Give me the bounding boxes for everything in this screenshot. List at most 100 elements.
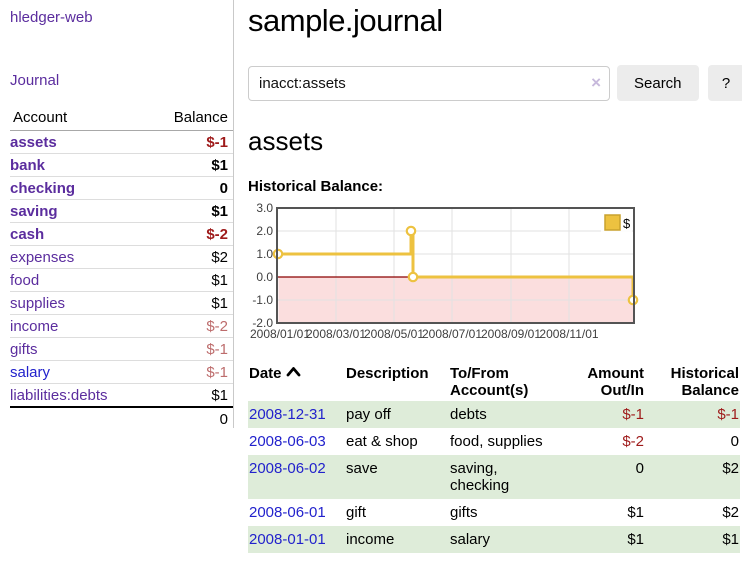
main-panel: sample.journal × Search ? assets Histori… bbox=[234, 0, 742, 582]
sidebar-account-expenses[interactable]: expenses bbox=[10, 249, 74, 266]
accounts-total: 0 bbox=[146, 407, 233, 430]
sidebar-account-food[interactable]: food bbox=[10, 272, 39, 289]
transaction-amount: $1 bbox=[559, 526, 645, 553]
account-row: bank $1 bbox=[10, 154, 233, 177]
search-input[interactable] bbox=[248, 66, 610, 101]
account-row: cash $-2 bbox=[10, 223, 233, 246]
account-row: expenses $2 bbox=[10, 246, 233, 269]
sidebar-account-supplies[interactable]: supplies bbox=[10, 295, 65, 312]
sidebar-item-journal[interactable]: Journal bbox=[10, 72, 233, 89]
account-column-header: To/From Account(s) bbox=[449, 361, 559, 401]
register-header-row: Date Description To/From Account(s) Amou… bbox=[248, 361, 740, 401]
transaction-balance: $1 bbox=[645, 526, 740, 553]
y-axis-labels: 3.0 2.0 1.0 0.0 -1.0 -2.0 bbox=[252, 201, 273, 330]
account-row: supplies $1 bbox=[10, 292, 233, 315]
transaction-balance: 0 bbox=[645, 428, 740, 455]
transaction-description: save bbox=[345, 455, 449, 499]
sidebar-account-cash[interactable]: cash bbox=[10, 226, 44, 243]
account-balance: $-2 bbox=[146, 315, 233, 338]
transaction-date-link[interactable]: 2008-01-01 bbox=[249, 531, 326, 548]
transaction-accounts: debts bbox=[449, 401, 559, 428]
legend-swatch bbox=[605, 215, 620, 230]
account-row: gifts $-1 bbox=[10, 338, 233, 361]
account-row: assets $-1 bbox=[10, 131, 233, 154]
search-form: × Search ? bbox=[248, 65, 742, 101]
accounts-total-row: 0 bbox=[10, 407, 233, 430]
search-button[interactable]: Search bbox=[617, 65, 699, 101]
legend-label: $ bbox=[623, 216, 631, 231]
sidebar-account-bank[interactable]: bank bbox=[10, 157, 45, 174]
account-row: salary $-1 bbox=[10, 361, 233, 384]
help-button[interactable]: ? bbox=[708, 65, 742, 101]
transaction-amount: $-1 bbox=[559, 401, 645, 428]
transaction-date-link[interactable]: 2008-06-03 bbox=[249, 433, 326, 450]
transaction-accounts: gifts bbox=[449, 499, 559, 526]
amount-column-header: Amount Out/In bbox=[559, 361, 645, 401]
svg-text:2008/09/01: 2008/09/01 bbox=[481, 327, 541, 341]
svg-text:2.0: 2.0 bbox=[256, 224, 273, 238]
transaction-balance: $2 bbox=[645, 499, 740, 526]
svg-text:-1.0: -1.0 bbox=[252, 293, 273, 307]
transaction-accounts: food, supplies bbox=[449, 428, 559, 455]
sidebar-account-liabilities-debts[interactable]: liabilities:debts bbox=[10, 387, 108, 404]
register-row: 2008-12-31 pay off debts $-1 $-1 bbox=[248, 401, 740, 428]
date-column-header[interactable]: Date bbox=[248, 361, 345, 401]
svg-text:2008/07/01: 2008/07/01 bbox=[422, 327, 482, 341]
clear-search-icon[interactable]: × bbox=[591, 74, 601, 91]
transaction-amount: $1 bbox=[559, 499, 645, 526]
register-row: 2008-06-01 gift gifts $1 $2 bbox=[248, 499, 740, 526]
svg-text:2008/11/01: 2008/11/01 bbox=[539, 327, 598, 341]
svg-text:2008/05/01: 2008/05/01 bbox=[364, 327, 424, 341]
register-table: Date Description To/From Account(s) Amou… bbox=[248, 361, 740, 553]
transaction-amount: $-2 bbox=[559, 428, 645, 455]
transaction-description: gift bbox=[345, 499, 449, 526]
account-row: food $1 bbox=[10, 269, 233, 292]
transaction-accounts: salary bbox=[449, 526, 559, 553]
balance-column-header: Historical Balance bbox=[645, 361, 740, 401]
sidebar-account-income[interactable]: income bbox=[10, 318, 58, 335]
balance-column-header: Balance bbox=[146, 106, 233, 131]
register-row: 2008-01-01 income salary $1 $1 bbox=[248, 526, 740, 553]
chart-legend: $ bbox=[601, 212, 632, 233]
transaction-description: income bbox=[345, 526, 449, 553]
accounts-table: Account Balance assets $-1 bank $1 check… bbox=[10, 106, 233, 430]
sidebar-account-gifts[interactable]: gifts bbox=[10, 341, 38, 358]
register-row: 2008-06-02 save saving, checking 0 $2 bbox=[248, 455, 740, 499]
transaction-balance: $-1 bbox=[645, 401, 740, 428]
account-balance: $-2 bbox=[146, 223, 233, 246]
transaction-amount: 0 bbox=[559, 455, 645, 499]
account-column-header: Account bbox=[10, 106, 146, 131]
svg-text:2008/01/01: 2008/01/01 bbox=[250, 327, 310, 341]
account-row: checking 0 bbox=[10, 177, 233, 200]
account-balance: $-1 bbox=[146, 131, 233, 154]
app-title-link[interactable]: hledger-web bbox=[10, 9, 93, 26]
historical-balance-chart[interactable]: $ 3.0 2.0 1.0 0.0 -1.0 -2.0 2008/01/01 2… bbox=[240, 201, 740, 343]
svg-text:0.0: 0.0 bbox=[256, 270, 273, 284]
transaction-date-link[interactable]: 2008-12-31 bbox=[249, 406, 326, 423]
account-row: income $-2 bbox=[10, 315, 233, 338]
transaction-description: eat & shop bbox=[345, 428, 449, 455]
transaction-date-link[interactable]: 2008-06-01 bbox=[249, 504, 326, 521]
accounts-header-row: Account Balance bbox=[10, 106, 233, 131]
sidebar-account-assets[interactable]: assets bbox=[10, 134, 57, 151]
register-row: 2008-06-03 eat & shop food, supplies $-2… bbox=[248, 428, 740, 455]
sort-ascending-icon[interactable] bbox=[286, 366, 301, 377]
account-balance: $-1 bbox=[146, 361, 233, 384]
sidebar-account-salary[interactable]: salary bbox=[10, 364, 50, 381]
account-balance: $1 bbox=[146, 384, 233, 408]
transaction-balance: $2 bbox=[645, 455, 740, 499]
account-row: saving $1 bbox=[10, 200, 233, 223]
svg-text:3.0: 3.0 bbox=[256, 201, 273, 215]
account-heading: assets bbox=[248, 126, 742, 157]
page-title: sample.journal bbox=[248, 3, 742, 39]
chart-title: Historical Balance: bbox=[248, 178, 742, 195]
sidebar-account-saving[interactable]: saving bbox=[10, 203, 58, 220]
account-balance: $1 bbox=[146, 154, 233, 177]
transaction-date-link[interactable]: 2008-06-02 bbox=[249, 460, 326, 477]
account-balance: $-1 bbox=[146, 338, 233, 361]
svg-text:1.0: 1.0 bbox=[256, 247, 273, 261]
sidebar-account-checking[interactable]: checking bbox=[10, 180, 75, 197]
account-balance: $1 bbox=[146, 269, 233, 292]
x-axis-labels: 2008/01/01 2008/03/01 2008/05/01 2008/07… bbox=[250, 327, 599, 341]
account-row: liabilities:debts $1 bbox=[10, 384, 233, 408]
